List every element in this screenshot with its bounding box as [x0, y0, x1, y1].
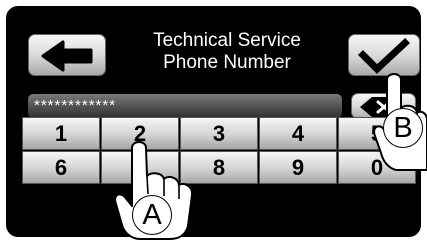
callout-b: B: [383, 108, 423, 148]
pointing-hand-b-icon: [373, 73, 427, 171]
callout-a: A: [132, 195, 172, 235]
